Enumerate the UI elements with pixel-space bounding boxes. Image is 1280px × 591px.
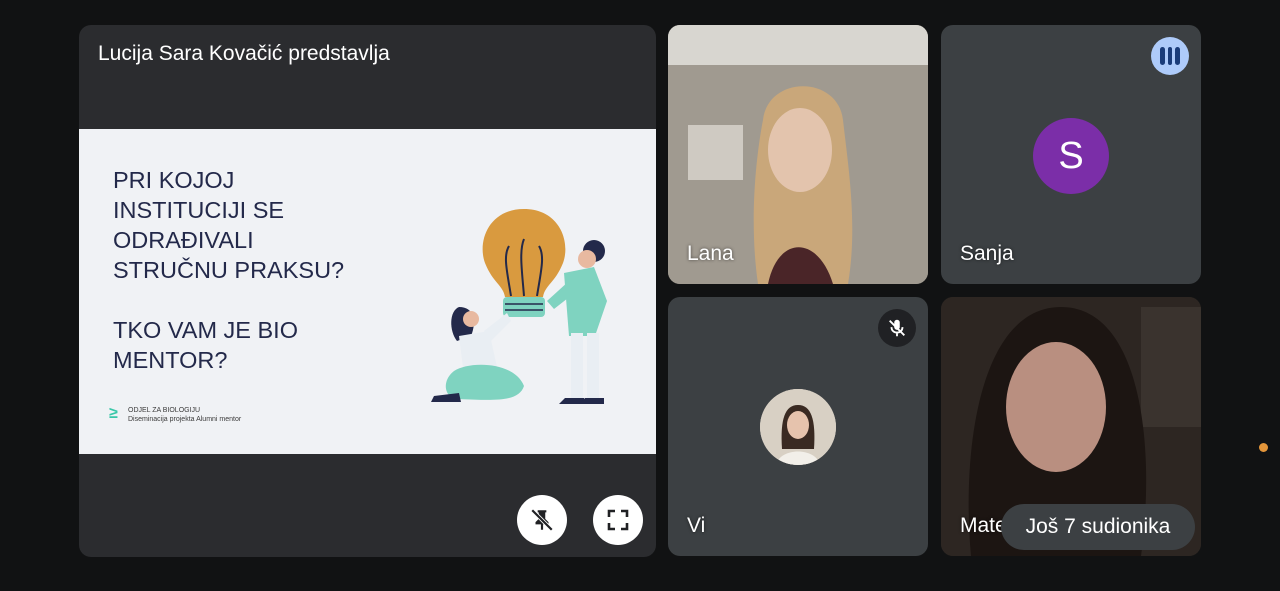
avatar [760,389,836,465]
fullscreen-icon [607,509,629,531]
presentation-tile[interactable]: Lucija Sara Kovačić predstavlja PRI KOJO… [79,25,656,557]
faculty-logo-icon: ≥ [109,405,118,422]
presentation-slide: PRI KOJOJ INSTITUCIJI SE ODRAĐIVALI STRU… [79,129,656,454]
fullscreen-button[interactable] [593,495,643,545]
participant-name: Sanja [960,242,1014,265]
participant-name: Mate [960,514,1007,537]
participant-tile-self[interactable]: Vi [668,297,928,556]
lightbulb-illustration [431,209,607,404]
notification-dot [1259,443,1268,452]
slide-footer-line1: ODJEL ZA BIOLOGIJU [128,407,201,414]
more-participants-button[interactable]: Još 7 sudionika [1001,504,1195,550]
avatar: S [1033,118,1109,194]
unpin-button[interactable] [517,495,567,545]
participant-name: Vi [687,514,706,537]
participant-tile-lana[interactable]: Lana [668,25,928,284]
slide-footer-line2: Diseminacija projekta Alumni mentor [128,416,242,423]
speaking-indicator-icon [1151,37,1189,75]
participant-name: Lana [687,242,734,265]
slide-question: PRI KOJOJ INSTITUCIJI SE ODRAĐIVALI STRU… [113,167,345,373]
presenter-title: Lucija Sara Kovačić predstavlja [98,42,390,65]
mic-off-icon [878,309,916,347]
participant-tile-sanja[interactable]: S Sanja [941,25,1201,284]
unpin-icon [530,508,554,532]
